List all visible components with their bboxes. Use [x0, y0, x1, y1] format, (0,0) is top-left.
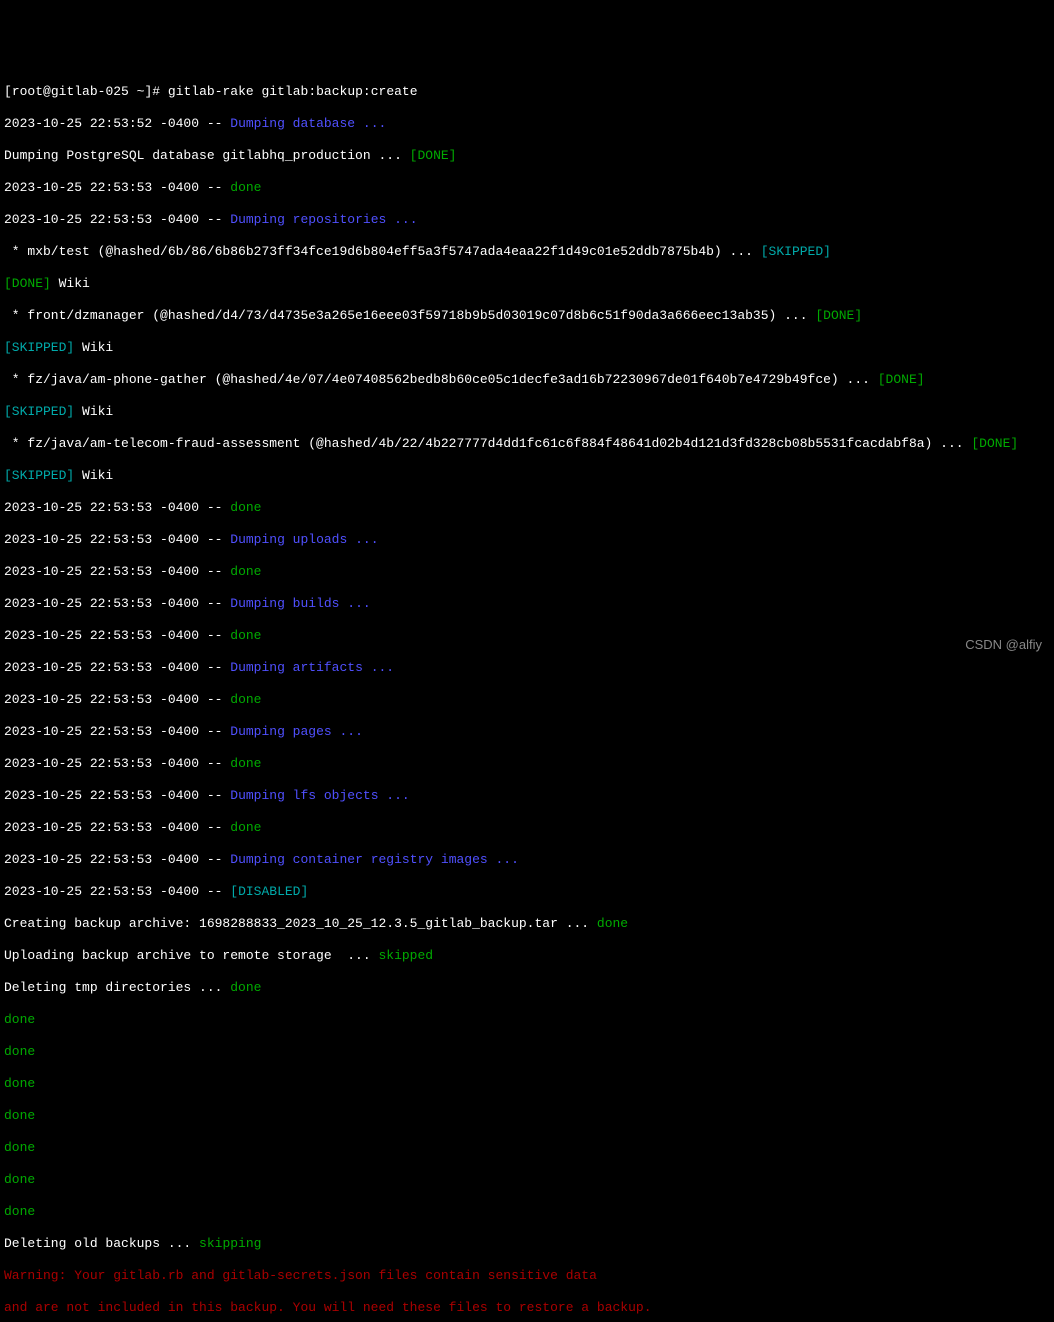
- log-line: 2023-10-25 22:53:53 -0400 -- done: [4, 564, 1050, 580]
- done-line: done: [4, 1076, 1050, 1092]
- done-line: done: [4, 1108, 1050, 1124]
- prompt-path: ~: [137, 84, 145, 99]
- done-line: done: [4, 1140, 1050, 1156]
- log-line: Creating backup archive: 1698288833_2023…: [4, 916, 1050, 932]
- warning-line: and are not included in this backup. You…: [4, 1300, 1050, 1316]
- log-line: 2023-10-25 22:53:53 -0400 -- Dumping con…: [4, 852, 1050, 868]
- repo-line: * mxb/test (@hashed/6b/86/6b86b273ff34fc…: [4, 244, 1050, 260]
- prompt-host: gitlab-025: [51, 84, 129, 99]
- log-line: Deleting tmp directories ... done: [4, 980, 1050, 996]
- wiki-line: [SKIPPED] Wiki: [4, 404, 1050, 420]
- log-line: 2023-10-25 22:53:53 -0400 -- Dumping bui…: [4, 596, 1050, 612]
- log-line: 2023-10-25 22:53:53 -0400 -- Dumping rep…: [4, 212, 1050, 228]
- repo-line: * fz/java/am-telecom-fraud-assessment (@…: [4, 436, 1050, 452]
- log-line: Dumping PostgreSQL database gitlabhq_pro…: [4, 148, 1050, 164]
- prompt-user: root: [12, 84, 43, 99]
- warning-line: Warning: Your gitlab.rb and gitlab-secre…: [4, 1268, 1050, 1284]
- wiki-line: [SKIPPED] Wiki: [4, 340, 1050, 356]
- terminal-output: [root@gitlab-025 ~]# gitlab-rake gitlab:…: [4, 68, 1050, 1322]
- log-line: 2023-10-25 22:53:53 -0400 -- Dumping lfs…: [4, 788, 1050, 804]
- log-line: 2023-10-25 22:53:53 -0400 -- Dumping art…: [4, 660, 1050, 676]
- wiki-line: [SKIPPED] Wiki: [4, 468, 1050, 484]
- done-line: done: [4, 1172, 1050, 1188]
- log-line: 2023-10-25 22:53:53 -0400 -- [DISABLED]: [4, 884, 1050, 900]
- done-line: done: [4, 1044, 1050, 1060]
- prompt-line[interactable]: [root@gitlab-025 ~]# gitlab-rake gitlab:…: [4, 84, 1050, 100]
- log-line: 2023-10-25 22:53:53 -0400 -- done: [4, 756, 1050, 772]
- repo-line: * fz/java/am-phone-gather (@hashed/4e/07…: [4, 372, 1050, 388]
- log-line: 2023-10-25 22:53:53 -0400 -- Dumping upl…: [4, 532, 1050, 548]
- done-line: done: [4, 1012, 1050, 1028]
- log-line: Deleting old backups ... skipping: [4, 1236, 1050, 1252]
- log-line: 2023-10-25 22:53:53 -0400 -- done: [4, 820, 1050, 836]
- log-line: 2023-10-25 22:53:53 -0400 -- done: [4, 628, 1050, 644]
- log-line: 2023-10-25 22:53:52 -0400 -- Dumping dat…: [4, 116, 1050, 132]
- log-line: 2023-10-25 22:53:53 -0400 -- done: [4, 692, 1050, 708]
- watermark: CSDN @alfiy: [965, 637, 1042, 653]
- wiki-line: [DONE] Wiki: [4, 276, 1050, 292]
- command: gitlab-rake gitlab:backup:create: [168, 84, 418, 99]
- log-line: 2023-10-25 22:53:53 -0400 -- done: [4, 500, 1050, 516]
- log-line: 2023-10-25 22:53:53 -0400 -- Dumping pag…: [4, 724, 1050, 740]
- log-line: 2023-10-25 22:53:53 -0400 -- done: [4, 180, 1050, 196]
- repo-line: * front/dzmanager (@hashed/d4/73/d4735e3…: [4, 308, 1050, 324]
- log-line: Uploading backup archive to remote stora…: [4, 948, 1050, 964]
- done-line: done: [4, 1204, 1050, 1220]
